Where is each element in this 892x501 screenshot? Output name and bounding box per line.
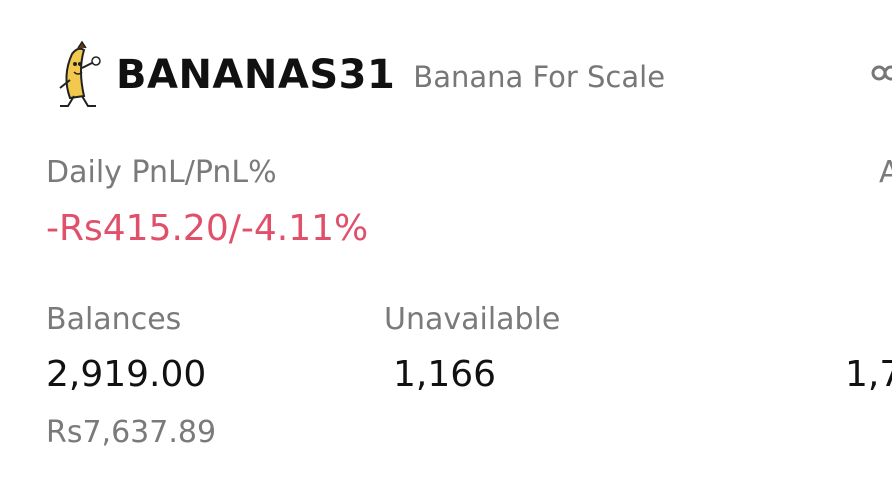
token-name: Banana For Scale <box>413 60 666 94</box>
balances-value: 2,919.00 <box>46 354 207 395</box>
pnl-label: Daily PnL/PnL% <box>46 155 277 190</box>
unavailable-value: 1,166 <box>393 354 497 395</box>
token-symbol: BANANAS31 <box>116 52 396 98</box>
pnl-value: -Rs415.20/-4.11% <box>46 208 369 249</box>
balances-fiat-value: Rs7,637.89 <box>46 415 217 450</box>
asset-detail-panel: BANANAS31 Banana For Scale Daily PnL/PnL… <box>0 0 892 501</box>
banana-mascot-icon <box>59 40 101 107</box>
link-icon[interactable] <box>870 62 892 84</box>
balances-label: Balances <box>46 302 182 337</box>
cropped-column-value: 1,7 <box>845 354 892 395</box>
token-header: BANANAS31 Banana For Scale <box>48 40 665 110</box>
cropped-column-label: A <box>879 155 892 190</box>
unavailable-label: Unavailable <box>384 302 561 337</box>
